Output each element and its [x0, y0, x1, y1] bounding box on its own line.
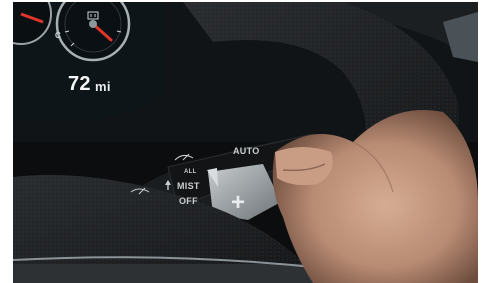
range-unit: mi	[95, 79, 111, 94]
gauge-marker-label: C	[55, 31, 62, 40]
temperature-gauge	[55, 2, 131, 62]
wiper-off-label: OFF	[179, 196, 198, 206]
wiper-auto-label: AUTO	[233, 146, 260, 156]
dashboard-photo: C 72 mi AUTO ALL MIST OFF +	[13, 2, 478, 283]
wiper-mist-label: MIST	[177, 181, 200, 191]
range-value: 72	[68, 73, 91, 95]
paddle-plus-label: +	[231, 189, 246, 216]
wiper-all-label: ALL	[184, 169, 197, 175]
scene-illustration	[13, 2, 478, 283]
